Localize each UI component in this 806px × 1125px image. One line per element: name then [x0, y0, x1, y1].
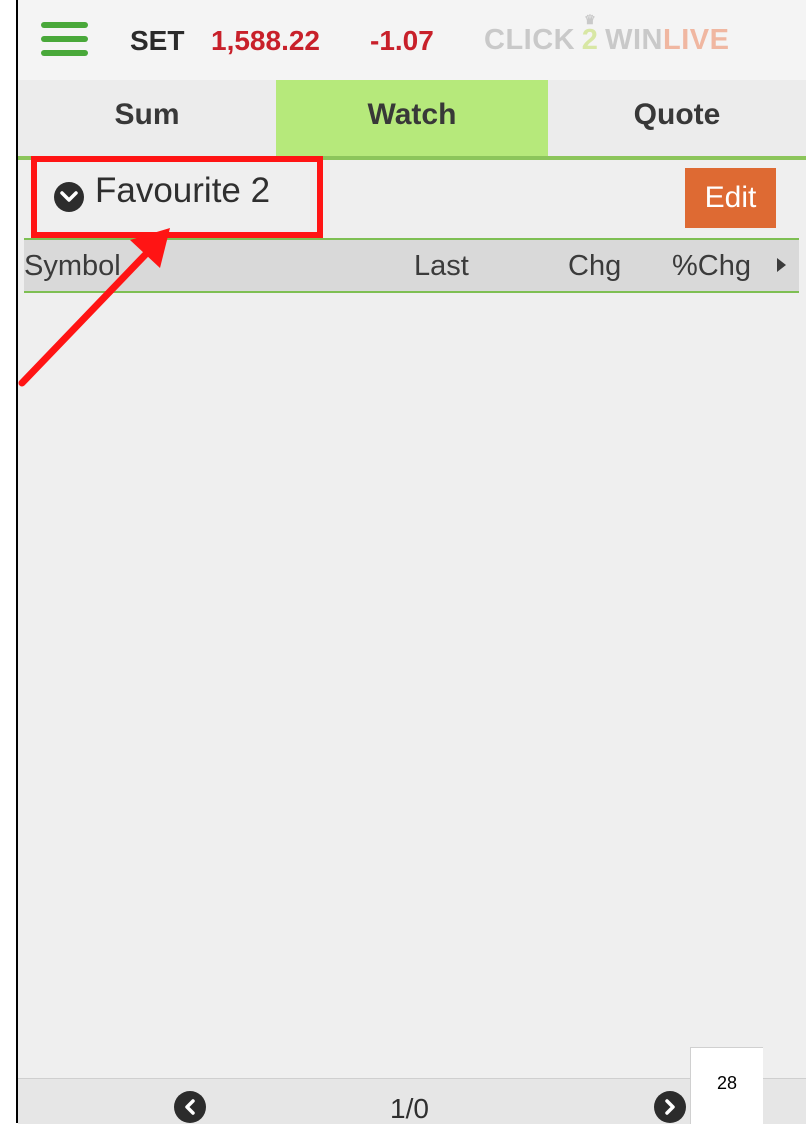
logo-text-two: 2	[581, 24, 599, 56]
previous-page-button[interactable]	[174, 1091, 206, 1123]
column-symbol[interactable]: Symbol	[24, 250, 121, 283]
annotation-highlight-box	[31, 156, 323, 238]
hamburger-menu-icon[interactable]	[41, 22, 88, 56]
next-page-button[interactable]	[654, 1091, 686, 1123]
page-indicator: 1/0	[390, 1093, 429, 1124]
tab-sum[interactable]: Sum	[18, 80, 276, 156]
crown-icon: ♛	[584, 12, 597, 27]
logo-two-mark: ♛ 2	[575, 12, 605, 57]
logo-text-live: LIVE	[662, 24, 730, 56]
watchlist-body	[18, 293, 806, 1075]
caret-right-icon[interactable]	[777, 258, 786, 272]
index-value: 1,588.22	[211, 25, 320, 56]
column-chg[interactable]: Chg	[568, 250, 621, 283]
edit-button[interactable]: Edit	[685, 168, 776, 228]
column-last[interactable]: Last	[414, 250, 469, 283]
index-change: -1.07	[370, 25, 434, 56]
app-logo: CLICK ♛ 2 WINLIVE	[484, 12, 730, 58]
logo-text-win: WIN	[605, 24, 663, 56]
column-header-row: Symbol Last Chg %Chg	[24, 238, 799, 293]
pagination-bar: 1/0	[18, 1078, 806, 1124]
top-bar: SET 1,588.22 -1.07 CLICK ♛ 2 WINLIVE	[18, 0, 806, 81]
tab-bar: Sum Watch Quote	[18, 80, 806, 160]
tab-quote[interactable]: Quote	[548, 80, 806, 156]
document-page-number: 28	[690, 1047, 763, 1124]
column-percent-chg[interactable]: %Chg	[672, 250, 751, 283]
logo-text-click: CLICK	[484, 24, 576, 56]
tab-watch[interactable]: Watch	[276, 80, 548, 156]
index-name: SET	[130, 25, 185, 56]
